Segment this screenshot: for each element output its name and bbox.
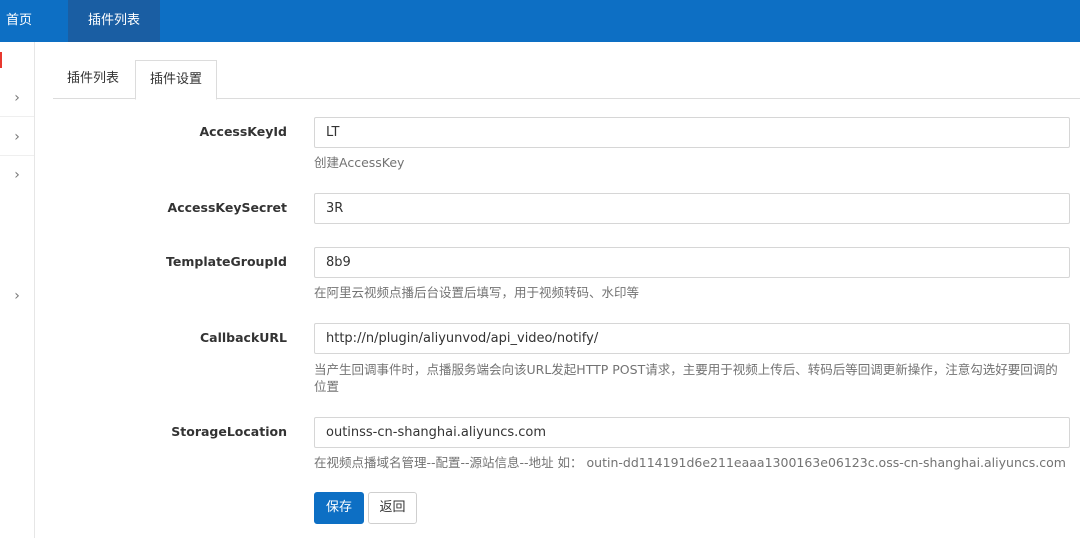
chevron-right-icon: ›	[14, 288, 20, 304]
chevron-right-icon: ›	[14, 167, 20, 183]
access-key-id-input[interactable]	[314, 117, 1070, 148]
tab-plugin-settings[interactable]: 插件设置	[135, 60, 217, 100]
sidebar-active-marker	[0, 52, 2, 68]
template-group-id-label: TemplateGroupId	[166, 254, 287, 269]
access-key-id-help[interactable]: 创建AccessKey	[314, 154, 404, 171]
save-button[interactable]: 保存	[314, 492, 364, 524]
chevron-right-icon: ›	[14, 128, 20, 145]
callback-url-help: 当产生回调事件时，点播服务端会向该URL发起HTTP POST请求，主要用于视频…	[314, 362, 1058, 394]
sidebar: › › › ›	[0, 42, 35, 538]
back-button[interactable]: 返回	[368, 492, 417, 524]
chevron-right-icon: ›	[14, 89, 20, 106]
sidebar-item-4[interactable]: ›	[0, 277, 34, 315]
callback-url-input[interactable]	[314, 323, 1070, 354]
callback-url-label: CallbackURL	[199, 330, 287, 345]
top-navbar: 首页 插件列表	[0, 0, 1080, 42]
template-group-id-help: 在阿里云视频点播后台设置后填写，用于视频转码、水印等	[314, 285, 640, 300]
storage-location-label: StorageLocation	[171, 424, 287, 439]
nav-home[interactable]: 首页	[0, 0, 48, 42]
nav-plugin-list[interactable]: 插件列表	[68, 0, 160, 42]
tab-plugin-list[interactable]: 插件列表	[53, 60, 133, 99]
storage-location-help: 在视频点播域名管理--配置--源站信息--地址 如： outin-dd11419…	[314, 455, 1066, 470]
sidebar-item-2[interactable]: ›	[0, 118, 34, 156]
sidebar-item-1[interactable]: ›	[0, 79, 34, 117]
tab-bar: 插件列表 插件设置	[53, 60, 1080, 100]
sidebar-item-3[interactable]: ›	[0, 156, 34, 194]
storage-location-input[interactable]	[314, 417, 1070, 448]
access-key-id-label: AccessKeyId	[199, 124, 287, 139]
template-group-id-input[interactable]	[314, 247, 1070, 278]
access-key-secret-input[interactable]	[314, 193, 1070, 224]
access-key-secret-label: AccessKeySecret	[167, 200, 287, 215]
